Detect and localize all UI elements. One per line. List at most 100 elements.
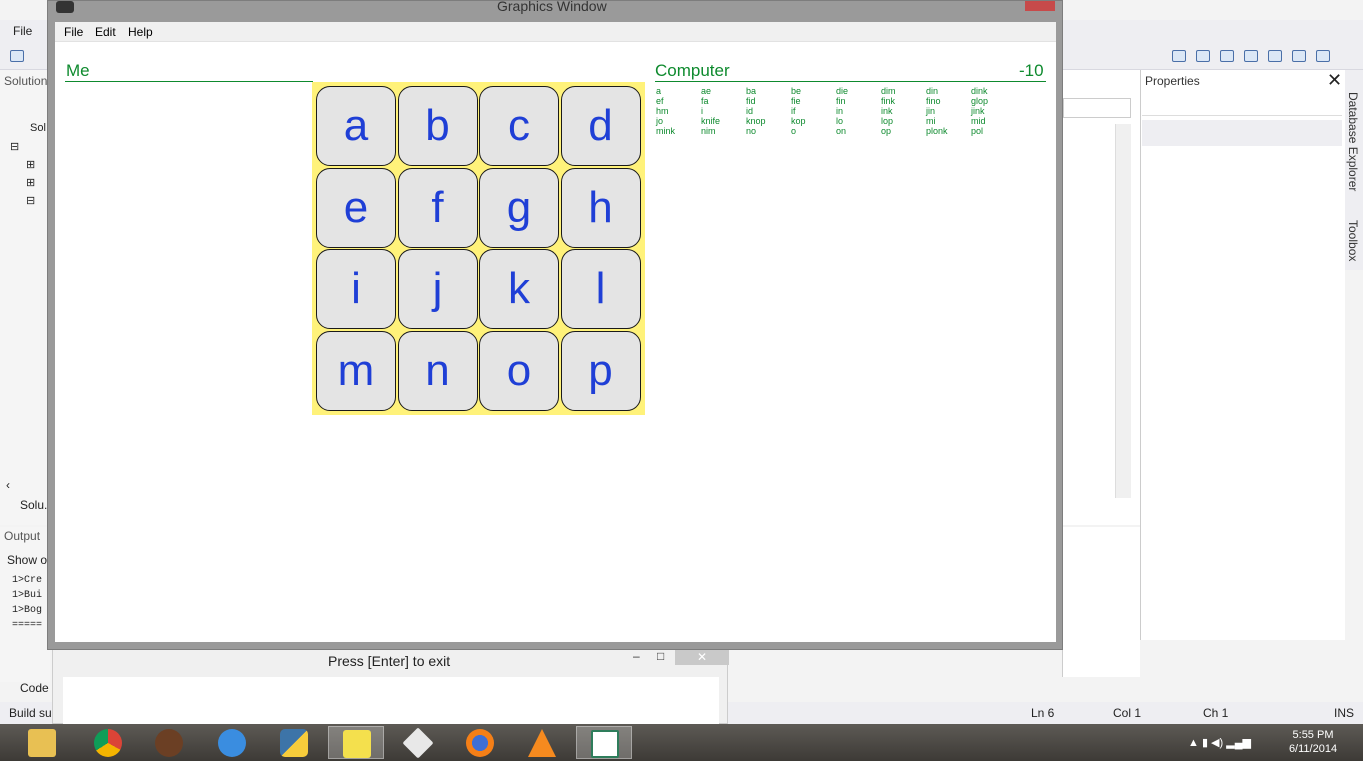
computer-word: jo (656, 116, 664, 126)
toolbar-icon[interactable] (1196, 50, 1210, 62)
toolbar-icon[interactable] (10, 50, 24, 62)
output-panel: Output Show o 1>Cre 1>Bui 1>Bog ===== (0, 527, 50, 682)
code-tab-label: Code (20, 681, 49, 695)
board-tile[interactable]: j (397, 249, 478, 329)
app-icon (56, 1, 74, 13)
solution-explorer-tab[interactable]: Solu. (20, 498, 47, 512)
code-tab[interactable]: Code (0, 678, 50, 700)
build-status: Build su (9, 706, 52, 720)
unity-icon (402, 727, 434, 759)
scroll-left-icon[interactable]: ‹ (6, 478, 10, 492)
toolbar-icon[interactable] (1244, 50, 1258, 62)
computer-word: fino (926, 96, 941, 106)
board-tile[interactable]: o (479, 330, 559, 411)
board-tile[interactable]: n (397, 330, 478, 411)
toolbar-icon[interactable] (1172, 50, 1186, 62)
status-insert-mode: INS (1334, 706, 1355, 720)
graphics-window: Graphics Window File Edit Help Me Comput… (47, 0, 1063, 650)
computer-word: lo (836, 116, 844, 126)
taskbar-app[interactable] (141, 726, 197, 759)
computer-word: lop (881, 116, 894, 126)
show-output-label: Show o (7, 553, 48, 567)
close-button[interactable]: ✕ (675, 649, 729, 665)
computer-word: on (836, 126, 847, 136)
toolbar-icon[interactable] (1292, 50, 1306, 62)
computer-word: fid (746, 96, 756, 106)
computer-word: mink (656, 126, 676, 136)
taskbar-itunes[interactable] (204, 726, 260, 759)
status-column: Col 1 (1113, 706, 1142, 720)
tree-expander-icon[interactable]: ⊞ (26, 176, 35, 189)
computer-word: fa (701, 96, 709, 106)
computer-word: mid (971, 116, 986, 126)
board-tile[interactable]: g (479, 167, 559, 248)
database-explorer-tab[interactable]: Database Explorer (1346, 92, 1360, 191)
menu-edit[interactable]: Edit (95, 25, 116, 39)
board-tile[interactable]: b (397, 86, 478, 166)
chrome-icon (94, 729, 122, 757)
computer-word: knop (746, 116, 766, 126)
output-header: Output (4, 529, 41, 543)
computer-word: ba (746, 86, 757, 96)
computer-word: knife (701, 116, 721, 126)
properties-header: Properties (1145, 74, 1200, 88)
computer-word: ink (881, 106, 893, 116)
taskbar-chrome[interactable] (80, 726, 136, 759)
vertical-scrollbar[interactable] (1115, 124, 1131, 498)
computer-word: fie (791, 96, 801, 106)
properties-toolbar (1142, 120, 1342, 146)
minimize-icon[interactable]: – (633, 649, 640, 663)
tree-item-solution[interactable]: Sol (30, 122, 46, 134)
computer-word: mi (926, 116, 936, 126)
board-tile[interactable]: e (316, 167, 396, 248)
board-tile[interactable]: k (479, 249, 559, 329)
ide-menu-file[interactable]: File (13, 24, 32, 38)
menu-file[interactable]: File (64, 25, 83, 39)
taskbar-python[interactable] (266, 726, 322, 759)
toolbar-icon[interactable] (1316, 50, 1330, 62)
tree-expander-icon[interactable]: ⊟ (10, 140, 19, 153)
board-tile[interactable]: h (560, 167, 641, 248)
close-button[interactable] (1025, 1, 1055, 11)
vlc-icon (528, 729, 556, 757)
computer-word: in (836, 106, 844, 116)
menu-help[interactable]: Help (128, 25, 153, 39)
status-line: Ln 6 (1031, 706, 1055, 720)
toolbar-icon[interactable] (1220, 50, 1234, 62)
taskbar-file-explorer[interactable] (14, 726, 70, 759)
taskbar-unity[interactable] (390, 726, 446, 759)
clock-date: 6/11/2014 (1288, 743, 1338, 755)
properties-object-select[interactable] (1142, 96, 1342, 116)
computer-name: Computer (655, 61, 730, 80)
member-dropdown[interactable] (1063, 98, 1131, 118)
computer-word: ae (701, 86, 712, 96)
taskbar-firefox[interactable] (452, 726, 508, 759)
board-tile[interactable]: f (397, 167, 478, 248)
computer-word: o (791, 126, 797, 136)
maximize-icon[interactable]: □ (657, 649, 664, 663)
board-tile[interactable]: d (560, 86, 641, 166)
tree-expander-icon[interactable]: ⊞ (26, 158, 35, 171)
console-body[interactable] (63, 677, 719, 725)
tree-expander-icon[interactable]: ⊟ (26, 194, 35, 207)
window-title: Graphics Window (497, 0, 607, 14)
clock-time: 5:55 PM (1292, 729, 1334, 741)
taskbar-visual-studio[interactable] (328, 726, 384, 759)
taskbar-graphics-window[interactable] (576, 726, 632, 759)
board-tile[interactable]: p (560, 330, 641, 411)
toolbox-tab[interactable]: Toolbox (1346, 220, 1360, 261)
close-icon[interactable]: ✕ (1327, 70, 1342, 91)
clock[interactable]: 5:55 PM 6/11/2014 (1283, 728, 1343, 756)
taskbar-vlc[interactable] (514, 726, 570, 759)
board-tile[interactable]: a (316, 86, 396, 166)
system-tray-icons[interactable]: ▲ ▮ ◀) ▂▄▆ (1188, 736, 1251, 749)
board-tile[interactable]: i (316, 249, 396, 329)
computer-divider (655, 81, 1046, 82)
computer-word: fink (881, 96, 896, 106)
board-tile[interactable]: l (560, 249, 641, 329)
toolbar-icon[interactable] (1268, 50, 1282, 62)
computer-score: -10 (1019, 61, 1044, 80)
computer-word: if (791, 106, 796, 116)
board-tile[interactable]: m (316, 330, 396, 411)
board-tile[interactable]: c (479, 86, 559, 166)
